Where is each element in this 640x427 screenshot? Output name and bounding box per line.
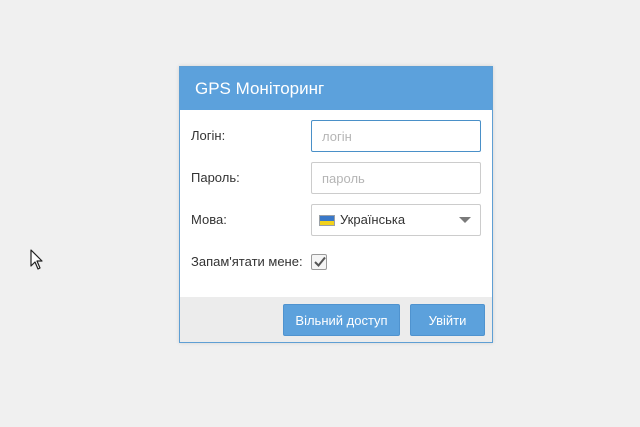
login-row: Логін: xyxy=(180,120,492,152)
dialog-title: GPS Моніторинг xyxy=(180,67,492,110)
remember-checkbox[interactable] xyxy=(311,254,327,270)
chevron-down-icon[interactable] xyxy=(459,217,471,223)
checkmark-icon xyxy=(314,256,326,267)
language-label: Мова: xyxy=(191,212,227,227)
mouse-cursor-icon xyxy=(30,249,43,270)
language-selected-value: Українська xyxy=(340,212,406,227)
remember-row: Запам'ятати мене: xyxy=(180,246,492,278)
language-row: Мова: Українська xyxy=(180,204,492,236)
password-row: Пароль: xyxy=(180,162,492,194)
login-dialog: GPS Моніторинг Логін: Пароль: Мова: Укра… xyxy=(179,66,493,343)
password-label: Пароль: xyxy=(191,170,240,185)
remember-label: Запам'ятати мене: xyxy=(191,254,303,269)
password-input[interactable] xyxy=(311,162,481,194)
language-select[interactable]: Українська xyxy=(311,204,481,236)
login-button[interactable]: Увійти xyxy=(410,304,485,336)
dialog-footer: Вільний доступ Увійти xyxy=(180,297,492,342)
page: GPS Моніторинг Логін: Пароль: Мова: Укра… xyxy=(0,0,640,427)
login-label: Логін: xyxy=(191,128,226,143)
ukraine-flag-icon xyxy=(319,215,335,226)
free-access-button[interactable]: Вільний доступ xyxy=(283,304,400,336)
login-input[interactable] xyxy=(311,120,481,152)
